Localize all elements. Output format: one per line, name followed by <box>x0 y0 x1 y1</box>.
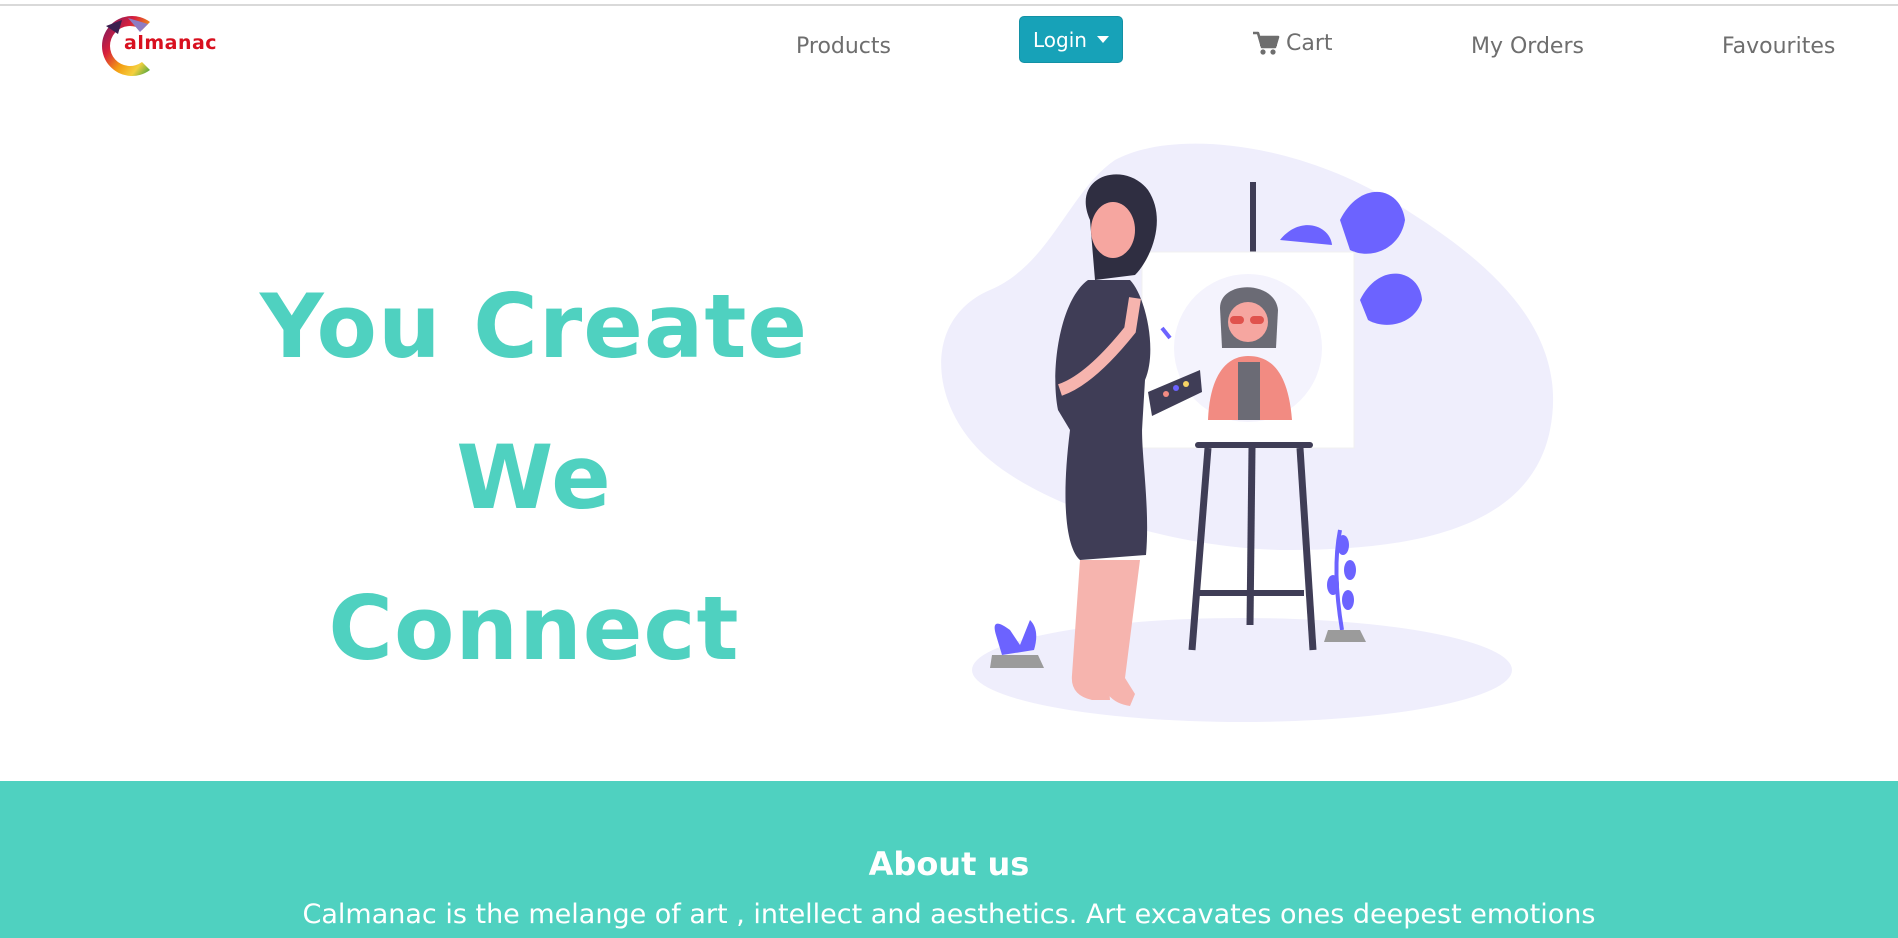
navbar: almanac Products Login Cart My Orders Fa… <box>0 6 1898 82</box>
about-section: About us Calmanac is the melange of art … <box>0 781 1898 938</box>
artist-painting-illustration <box>941 143 1554 722</box>
brand-logo[interactable]: almanac <box>88 12 228 78</box>
login-label: Login <box>1033 27 1087 52</box>
cart-label: Cart <box>1286 30 1333 56</box>
nav-cart[interactable]: Cart <box>1252 30 1333 56</box>
plant-left <box>994 620 1037 655</box>
chevron-down-icon <box>1096 36 1109 43</box>
nav-favourites[interactable]: Favourites <box>1722 34 1835 59</box>
hero-line-3: Connect <box>328 577 740 680</box>
nav-products[interactable]: Products <box>796 34 891 59</box>
cart-icon <box>1253 31 1280 55</box>
woman-face <box>1091 202 1135 258</box>
logo-text: almanac <box>124 32 218 54</box>
hero-line-2: We <box>456 426 612 529</box>
about-text: Calmanac is the melange of art , intelle… <box>302 899 1596 930</box>
hero-line-1: You Create <box>259 275 809 378</box>
nav-my-orders[interactable]: My Orders <box>1471 34 1584 59</box>
login-dropdown-button[interactable]: Login <box>1019 16 1123 63</box>
floor-shadow <box>972 618 1512 722</box>
about-title: About us <box>868 845 1030 883</box>
